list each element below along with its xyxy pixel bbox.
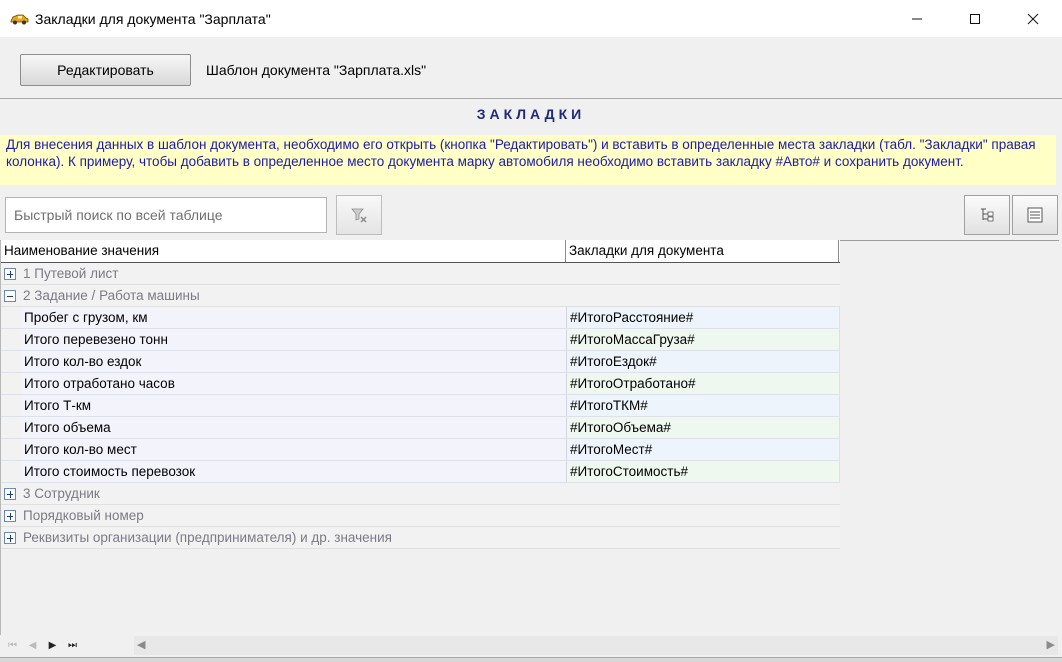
- row-name: Итого Т-км: [21, 395, 567, 416]
- expand-icon[interactable]: [4, 509, 16, 522]
- row-bookmark: #ИтогоСтоимость#: [567, 461, 840, 482]
- bottom-edge: [0, 657, 1062, 662]
- table-row[interactable]: Итого Т-км #ИтогоТКМ#: [1, 395, 840, 417]
- row-bookmark: #ИтогоМассаГруза#: [567, 329, 840, 350]
- next-record-icon[interactable]: ▶: [44, 638, 61, 652]
- column-header-bookmark[interactable]: Закладки для документа: [566, 240, 839, 262]
- edit-button[interactable]: Редактировать: [20, 54, 191, 86]
- last-record-icon[interactable]: ⏭: [64, 638, 81, 652]
- row-name: Итого отработано часов: [21, 373, 567, 394]
- minimize-icon: [912, 18, 922, 19]
- info-note: Для внесения данных в шаблон документа, …: [0, 135, 1056, 185]
- group-label: 2 Задание / Работа машины: [23, 288, 200, 303]
- row-name: Итого кол-во ездок: [21, 351, 567, 372]
- table-row[interactable]: Итого кол-во ездок #ИтогоЕздок#: [1, 351, 840, 373]
- row-bookmark: #ИтогоМест#: [567, 439, 840, 460]
- title-bar: Закладки для документа "Зарплата": [0, 0, 1062, 37]
- row-bookmark: #ИтогоОтработано#: [567, 373, 840, 394]
- close-button[interactable]: [1004, 0, 1062, 37]
- tree-expand-button[interactable]: [964, 195, 1010, 235]
- table-row[interactable]: Итого стоимость перевозок #ИтогоСтоимост…: [1, 461, 840, 483]
- search-input[interactable]: Быстрый поиск по всей таблице: [5, 197, 327, 233]
- table-header: Наименование значения Закладки для докум…: [1, 240, 840, 263]
- navigation-bar: ⏮ ◀ ▶ ⏭ ◀ ▶: [0, 635, 1062, 657]
- expand-icon[interactable]: [4, 487, 16, 500]
- row-bookmark: #ИтогоРасстояние#: [567, 307, 840, 328]
- maximize-button[interactable]: [946, 0, 1004, 37]
- toolbar: Редактировать Шаблон документа "Зарплата…: [0, 37, 1062, 99]
- row-bookmark: #ИтогоЕздок#: [567, 351, 840, 372]
- table-row[interactable]: Итого отработано часов #ИтогоОтработано#: [1, 373, 840, 395]
- group-label: Порядковый номер: [23, 508, 144, 523]
- minimize-button[interactable]: [888, 0, 946, 37]
- group-row[interactable]: 1 Путевой лист: [1, 263, 840, 285]
- collapse-icon[interactable]: [4, 289, 16, 302]
- row-bookmark: #ИтогоТКМ#: [567, 395, 840, 416]
- table-row[interactable]: Итого кол-во мест #ИтогоМест#: [1, 439, 840, 461]
- maximize-icon: [970, 13, 980, 24]
- row-name: Итого стоимость перевозок: [21, 461, 567, 482]
- group-row[interactable]: Реквизиты организации (предпринимателя) …: [1, 527, 840, 549]
- tree-icon: [981, 208, 994, 222]
- table-row[interactable]: Пробег с грузом, км #ИтогоРасстояние#: [1, 307, 840, 329]
- bookmarks-table: Наименование значения Закладки для докум…: [1, 240, 840, 549]
- filter-clear-icon: [351, 208, 367, 223]
- expand-icon[interactable]: [4, 267, 16, 280]
- group-label: Реквизиты организации (предпринимателя) …: [23, 530, 392, 545]
- section-title: ЗАКЛАДКИ: [476, 106, 586, 122]
- template-label: Шаблон документа "Зарплата.xls": [206, 62, 427, 78]
- record-navigator: ⏮ ◀ ▶ ⏭: [4, 638, 81, 652]
- horizontal-scrollbar[interactable]: ◀ ▶: [134, 636, 1058, 655]
- window-title: Закладки для документа "Зарплата": [35, 10, 271, 27]
- table-row[interactable]: Итого объема #ИтогоОбъема#: [1, 417, 840, 439]
- scroll-left-icon[interactable]: ◀: [137, 638, 145, 651]
- group-row[interactable]: Порядковый номер: [1, 505, 840, 527]
- list-icon: [1027, 207, 1043, 223]
- group-row[interactable]: 3 Сотрудник: [1, 483, 840, 505]
- row-name: Итого перевезено тонн: [21, 329, 567, 350]
- first-record-icon[interactable]: ⏮: [4, 638, 21, 652]
- group-row-expanded[interactable]: 2 Задание / Работа машины: [1, 285, 840, 307]
- car-icon: [9, 12, 29, 26]
- clear-filter-button[interactable]: [336, 195, 382, 235]
- column-header-name[interactable]: Наименование значения: [1, 240, 566, 262]
- table-row[interactable]: Итого перевезено тонн #ИтогоМассаГруза#: [1, 329, 840, 351]
- row-name: Пробег с грузом, км: [21, 307, 567, 328]
- window-controls: [888, 0, 1062, 37]
- row-name: Итого кол-во мест: [21, 439, 567, 460]
- group-label: 3 Сотрудник: [23, 486, 100, 501]
- row-bookmark: #ИтогоОбъема#: [567, 417, 840, 438]
- prev-record-icon[interactable]: ◀: [24, 638, 41, 652]
- scroll-right-icon[interactable]: ▶: [1047, 638, 1055, 651]
- row-name: Итого объема: [21, 417, 567, 438]
- expand-icon[interactable]: [4, 531, 16, 544]
- close-icon: [1027, 13, 1039, 24]
- list-view-button[interactable]: [1012, 195, 1058, 235]
- group-label: 1 Путевой лист: [23, 266, 119, 281]
